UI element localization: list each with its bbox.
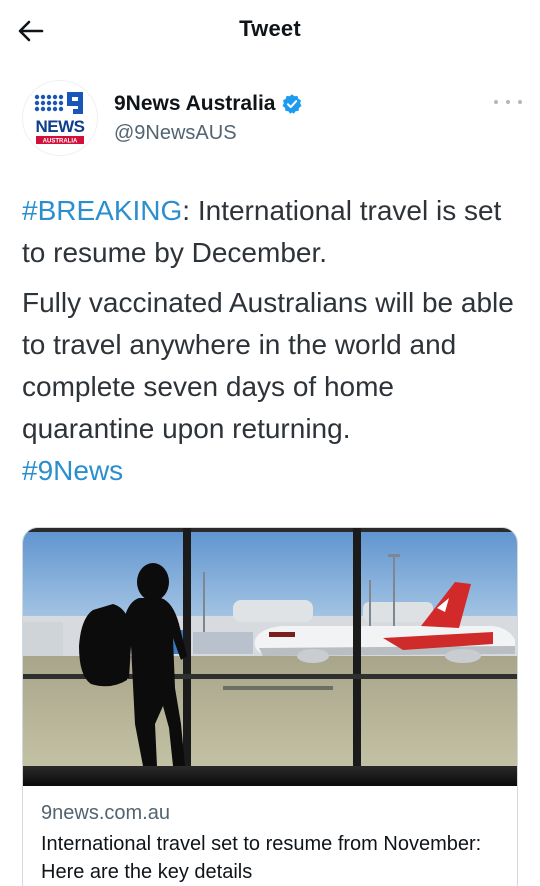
link-preview-card[interactable]: 9news.com.au International travel set to…: [22, 527, 518, 886]
tweet-detail-page: Tweet NEWS AUSTRALIA 9News Australia @9N…: [0, 0, 540, 886]
page-title: Tweet: [239, 16, 301, 41]
user-handle[interactable]: @9NewsAUS: [114, 122, 237, 145]
display-name[interactable]: 9News Australia: [114, 92, 275, 116]
article-image: [23, 528, 517, 786]
card-title: International travel set to resume from …: [41, 833, 482, 883]
nine-news-logo-icon: NEWS AUSTRALIA: [34, 92, 85, 145]
svg-text:NEWS: NEWS: [36, 117, 85, 136]
tweet-text-2: Fully vaccinated Australians will be abl…: [22, 287, 514, 444]
hashtag-9news[interactable]: #9News: [22, 455, 123, 486]
tweet-paragraph-1: #BREAKING: International travel is set t…: [22, 190, 522, 274]
more-options-button[interactable]: [494, 94, 522, 110]
tweet-text: #BREAKING: International travel is set t…: [22, 190, 522, 492]
hashtag-breaking[interactable]: #BREAKING: [22, 195, 182, 226]
display-name-row: 9News Australia: [114, 92, 303, 116]
card-domain: 9news.com.au: [41, 802, 170, 824]
tweet-paragraph-2: Fully vaccinated Australians will be abl…: [22, 282, 522, 492]
more-horizontal-icon: [494, 100, 498, 104]
verified-badge-icon: [283, 94, 302, 114]
svg-text:AUSTRALIA: AUSTRALIA: [43, 139, 78, 145]
avatar[interactable]: NEWS AUSTRALIA: [22, 80, 98, 156]
tweet-author: NEWS AUSTRALIA 9News Australia @9NewsAUS: [22, 80, 522, 160]
top-bar: Tweet: [0, 0, 540, 62]
